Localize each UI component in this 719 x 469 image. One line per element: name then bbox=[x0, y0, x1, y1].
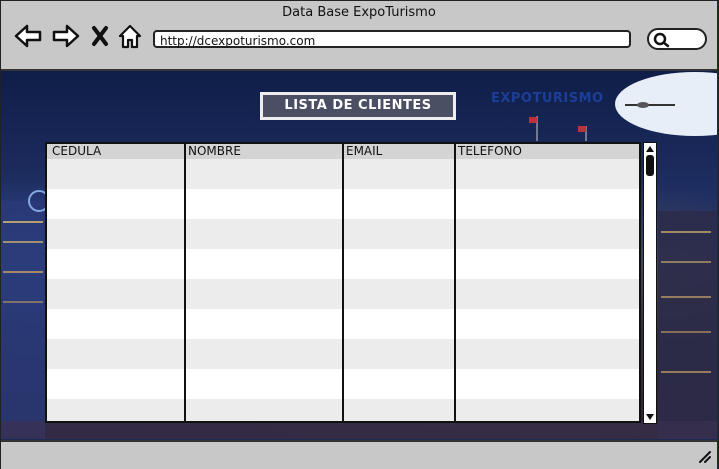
arrow-right-icon[interactable] bbox=[52, 23, 80, 49]
resize-grip-icon[interactable] bbox=[697, 449, 711, 463]
page-title: LISTA DE CLIENTES bbox=[260, 92, 456, 120]
home-icon[interactable] bbox=[117, 23, 143, 49]
column-divider bbox=[454, 144, 456, 421]
brand-watermark: EXPOTURISMO bbox=[491, 91, 604, 106]
column-divider bbox=[184, 144, 186, 421]
column-header-email[interactable]: EMAIL bbox=[346, 144, 382, 159]
blimp-image bbox=[615, 72, 717, 136]
address-bar[interactable]: http://dcexpoturismo.com bbox=[153, 30, 631, 48]
browser-toolbar: Data Base ExpoTurismo http://dcexpoturis… bbox=[1, 1, 717, 71]
vertical-scrollbar[interactable] bbox=[643, 142, 657, 424]
clients-table: CEDULA NOMBRE EMAIL TELEFONO bbox=[45, 142, 641, 423]
scroll-down-arrow-icon[interactable] bbox=[645, 412, 655, 422]
scrollbar-thumb[interactable] bbox=[646, 155, 654, 176]
search-field[interactable] bbox=[647, 28, 707, 50]
x-icon[interactable] bbox=[90, 23, 110, 49]
status-bar bbox=[1, 440, 717, 469]
column-header-nombre[interactable]: NOMBRE bbox=[188, 144, 241, 159]
window-title: Data Base ExpoTurismo bbox=[282, 5, 436, 20]
search-icon[interactable] bbox=[653, 32, 671, 48]
column-header-telefono[interactable]: TELEFONO bbox=[458, 144, 522, 159]
column-divider bbox=[342, 144, 344, 421]
column-header-cedula[interactable]: CEDULA bbox=[52, 144, 101, 159]
scroll-up-arrow-icon[interactable] bbox=[645, 144, 655, 154]
arrow-left-icon[interactable] bbox=[14, 23, 42, 49]
